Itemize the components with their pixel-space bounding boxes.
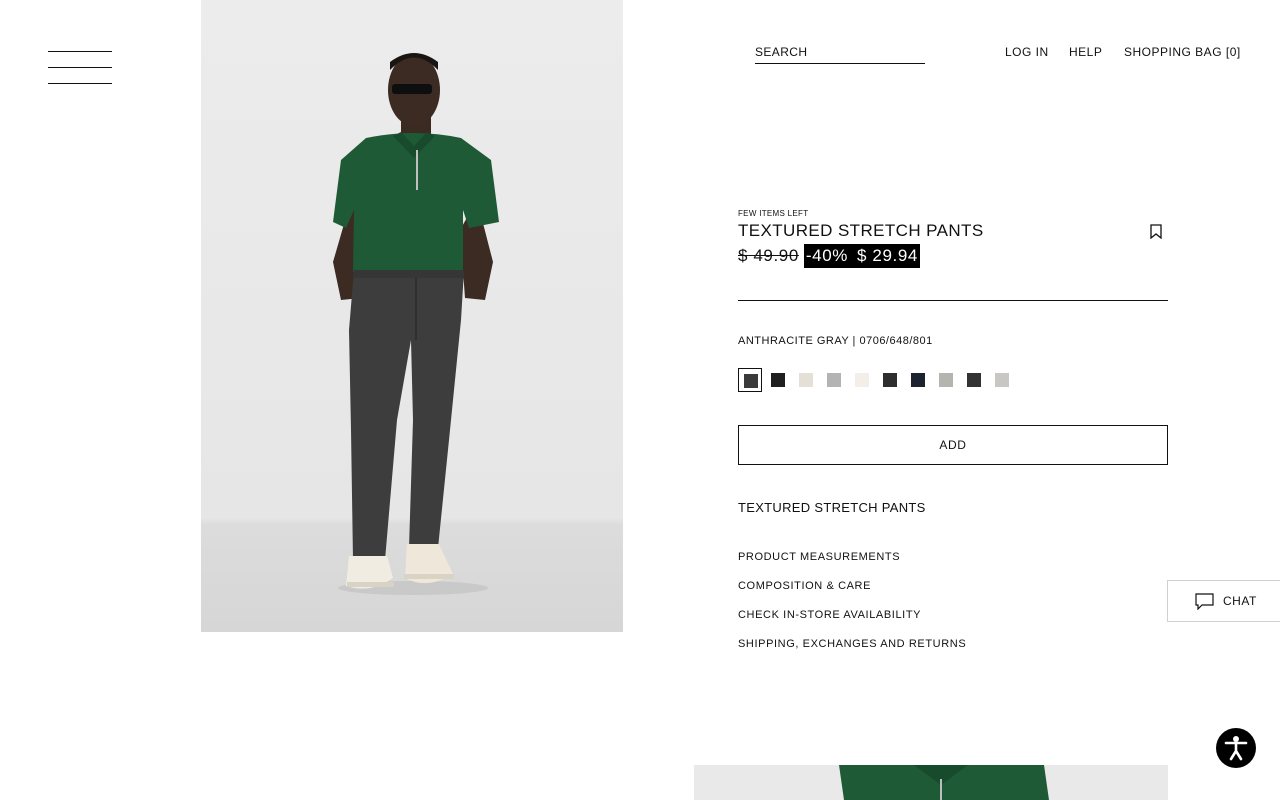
store-availability-link[interactable]: CHECK IN-STORE AVAILABILITY — [738, 609, 921, 621]
bookmark-icon[interactable] — [1149, 224, 1163, 244]
swatch-chip — [939, 373, 953, 387]
stock-note: FEW ITEMS LEFT — [738, 209, 809, 218]
color-swatch[interactable] — [766, 368, 790, 392]
secondary-product-image[interactable] — [694, 765, 1168, 800]
chat-button[interactable]: CHAT — [1167, 580, 1280, 622]
discount-percent: -40% — [805, 246, 849, 265]
swatch-chip — [967, 373, 981, 387]
product-title: TEXTURED STRETCH PANTS — [738, 221, 984, 240]
shopping-bag-link[interactable]: SHOPPING BAG [0] — [1124, 45, 1241, 59]
search-field[interactable] — [755, 43, 925, 64]
composition-care-link[interactable]: COMPOSITION & CARE — [738, 580, 871, 592]
swatch-chip — [771, 373, 785, 387]
sale-price: $ 29.94 — [857, 246, 918, 265]
color-swatch[interactable] — [906, 368, 930, 392]
chat-bubble-icon — [1195, 592, 1214, 610]
swatch-chip — [855, 373, 869, 387]
swatch-chip — [883, 373, 897, 387]
color-reference: ANTHRACITE GRAY | 0706/648/801 — [738, 335, 933, 347]
swatch-chip — [995, 373, 1009, 387]
product-measurements-link[interactable]: PRODUCT MEASUREMENTS — [738, 551, 900, 563]
accessibility-icon[interactable] — [1216, 728, 1256, 768]
color-swatch[interactable] — [850, 368, 874, 392]
divider — [738, 300, 1168, 301]
color-swatch[interactable] — [822, 368, 846, 392]
swatch-chip — [744, 374, 758, 388]
color-swatch[interactable] — [962, 368, 986, 392]
color-swatch[interactable] — [990, 368, 1014, 392]
chat-label: CHAT — [1223, 594, 1257, 608]
color-swatch[interactable] — [738, 368, 762, 392]
swatch-chip — [827, 373, 841, 387]
color-swatch[interactable] — [934, 368, 958, 392]
sale-price-badge: -40% $ 29.94 — [803, 244, 920, 268]
model-illustration — [333, 53, 499, 595]
add-to-bag-button[interactable]: ADD — [738, 425, 1168, 465]
login-link[interactable]: LOG IN — [1005, 45, 1049, 59]
color-swatch[interactable] — [794, 368, 818, 392]
search-input[interactable] — [755, 45, 925, 59]
color-swatch[interactable] — [878, 368, 902, 392]
swatch-chip — [911, 373, 925, 387]
price-row: $ 49.90 -40% $ 29.94 — [738, 244, 920, 268]
description-title: TEXTURED STRETCH PANTS — [738, 500, 926, 515]
help-link[interactable]: HELP — [1069, 45, 1102, 59]
swatch-chip — [799, 373, 813, 387]
shipping-returns-link[interactable]: SHIPPING, EXCHANGES AND RETURNS — [738, 638, 966, 650]
product-image[interactable] — [201, 0, 623, 632]
secondary-image-illustration — [839, 765, 1049, 800]
original-price: $ 49.90 — [738, 246, 799, 265]
hamburger-menu-icon[interactable] — [48, 51, 112, 85]
